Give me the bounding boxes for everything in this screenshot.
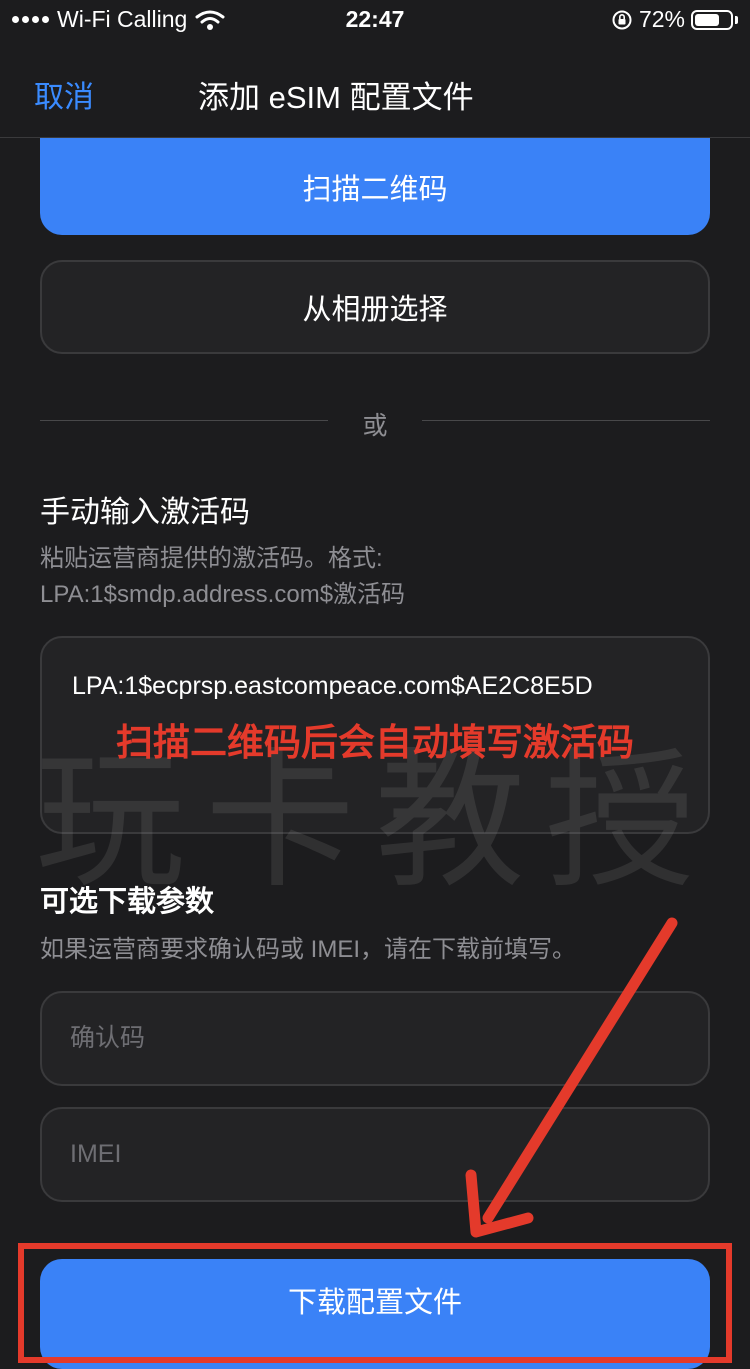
arrow-icon <box>465 917 678 1238</box>
